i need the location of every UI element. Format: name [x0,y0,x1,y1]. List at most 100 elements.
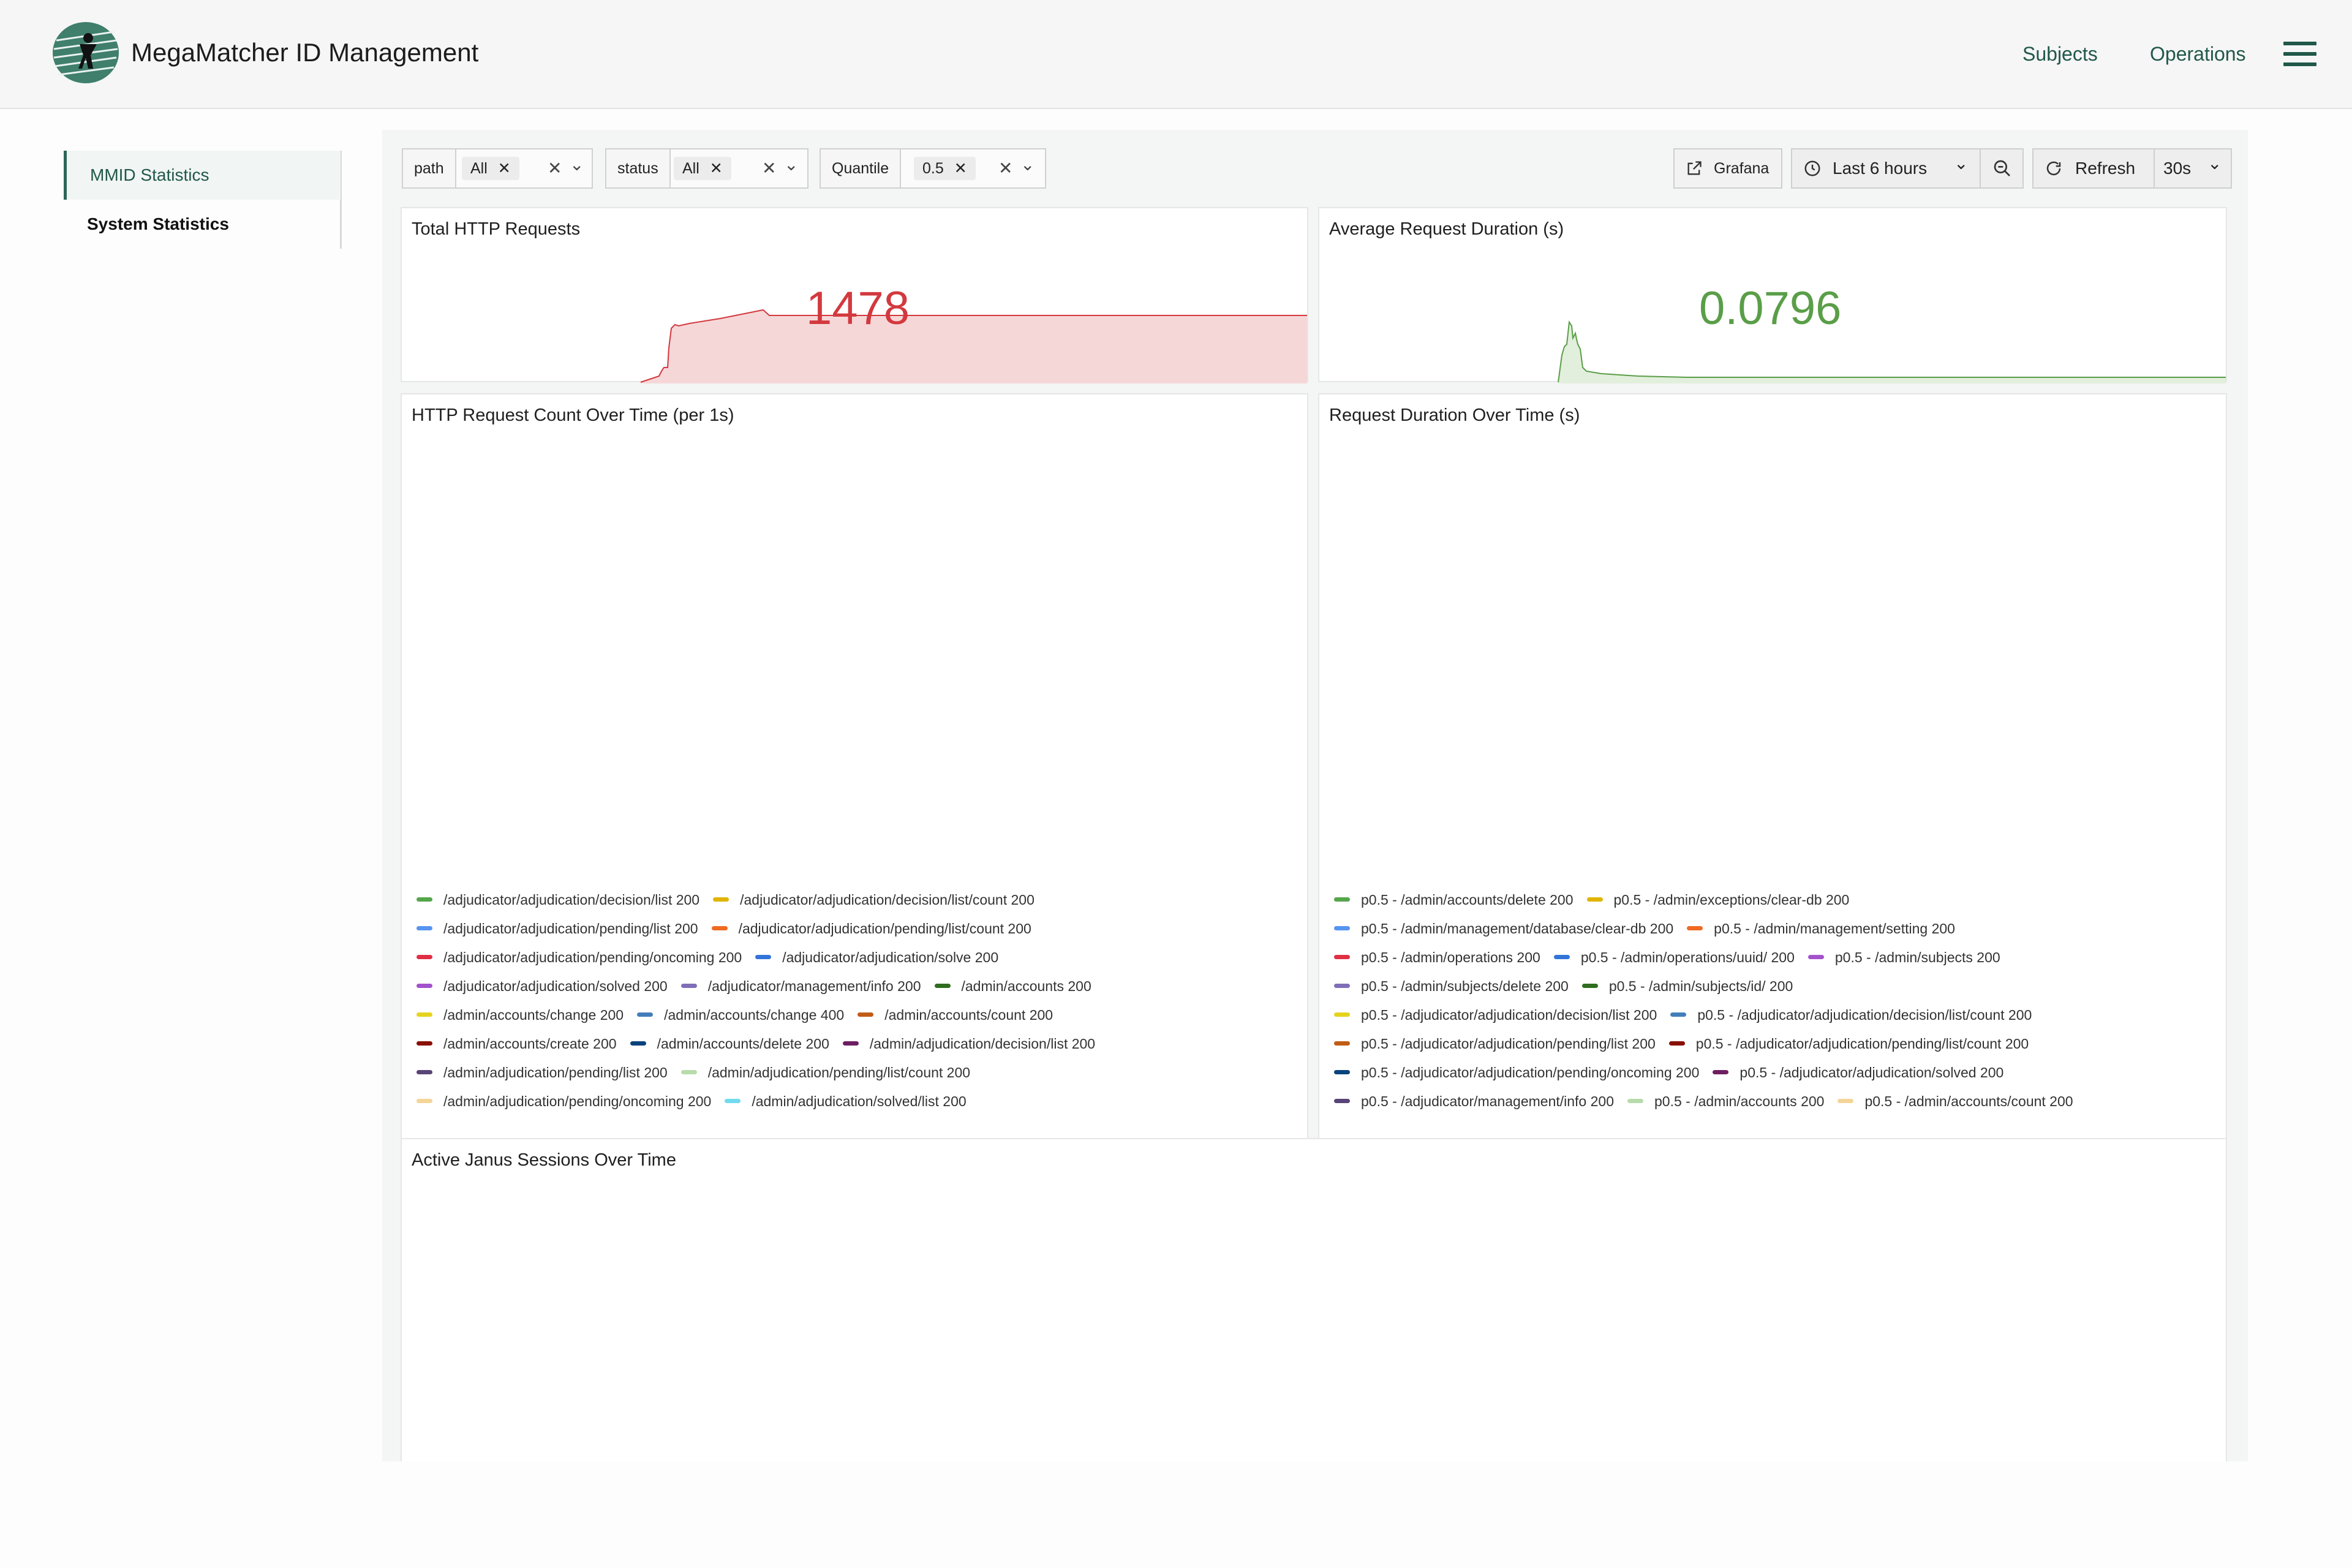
nav-subjects-link[interactable]: Subjects [2022,43,2098,66]
legend-row: /admin/accounts/change 200/admin/account… [417,1007,1066,1031]
legend-item[interactable]: p0.5 - /admin/operations 200 [1334,949,1540,966]
path-filter-chip[interactable]: All ✕ [462,157,519,180]
legend-label: p0.5 - /adjudicator/adjudication/pending… [1361,1065,1700,1080]
legend-label: /admin/accounts/delete 200 [657,1036,829,1052]
nav-operations-link[interactable]: Operations [2150,43,2246,66]
legend-item[interactable]: /admin/accounts/change 400 [637,1007,844,1023]
legend-item[interactable]: p0.5 - /admin/management/database/clear-… [1334,921,1673,937]
legend-item[interactable]: /adjudicator/adjudication/pending/list/c… [711,921,1031,937]
status-filter-chip[interactable]: All ✕ [674,157,731,180]
clear-icon[interactable]: ✕ [548,158,562,179]
series-color-swatch [713,897,729,902]
zoom-out-button[interactable] [1980,148,2024,189]
legend-item[interactable]: p0.5 - /admin/accounts/count 200 [1838,1093,2073,1110]
total-requests-panel: Total HTTP Requests 1478 [401,207,1308,383]
legend-row: /admin/adjudication/pending/oncoming 200… [417,1093,980,1118]
legend-item[interactable]: p0.5 - /admin/subjects/delete 200 [1334,978,1569,995]
quantile-filter-value: 0.5 [922,160,944,177]
panel-title: Request Duration Over Time (s) [1329,405,1580,425]
chip-remove-icon[interactable]: ✕ [498,160,511,177]
status-filter-label: status [606,149,671,187]
legend-item[interactable]: /admin/adjudication/pending/list 200 [417,1065,668,1081]
legend-row: p0.5 - /admin/management/database/clear-… [1334,921,1969,945]
legend-item[interactable]: /adjudicator/adjudication/solved 200 [417,978,668,995]
legend-item[interactable]: /admin/accounts/change 200 [417,1007,624,1023]
legend-item[interactable]: p0.5 - /admin/accounts 200 [1627,1093,1824,1110]
refresh-interval-picker[interactable]: 30s ⌄ [2154,148,2232,189]
quantile-filter-chip[interactable]: 0.5 ✕ [914,157,976,180]
sidebar-item-mmid-statistics[interactable]: MMID Statistics [64,151,341,200]
chevron-down-icon[interactable]: ⌄ [784,154,798,175]
legend-item[interactable]: /admin/adjudication/pending/oncoming 200 [417,1093,711,1110]
average-duration-value: 0.0796 [1699,282,1842,334]
average-duration-panel: Average Request Duration (s) 0.0796 [1318,207,2227,383]
chip-remove-icon[interactable]: ✕ [710,160,723,177]
legend-item[interactable]: /admin/accounts/create 200 [417,1036,617,1052]
legend-item[interactable]: /adjudicator/adjudication/pending/oncomi… [417,949,742,966]
status-filter[interactable]: status All ✕ ✕ ⌄ [605,148,809,189]
legend-label: /admin/accounts 200 [961,978,1091,994]
legend-item[interactable]: p0.5 - /adjudicator/adjudication/pending… [1334,1036,1656,1052]
legend-item[interactable]: /admin/accounts 200 [934,978,1091,995]
legend-label: /admin/adjudication/pending/list/count 2… [707,1065,971,1080]
series-color-swatch [1586,897,1603,902]
legend-label: p0.5 - /admin/accounts/count 200 [1864,1093,2073,1109]
legend-item[interactable]: p0.5 - /adjudicator/adjudication/pending… [1668,1036,2029,1052]
total-requests-value: 1478 [806,282,910,334]
legend-item[interactable]: p0.5 - /adjudicator/adjudication/solved … [1713,1065,2003,1081]
legend-item[interactable]: /adjudicator/adjudication/solve 200 [755,949,998,966]
chevron-down-icon[interactable]: ⌄ [570,154,584,175]
legend-item[interactable]: /adjudicator/management/info 200 [680,978,921,995]
quantile-filter[interactable]: Quantile 0.5 ✕ ✕ ⌄ [820,148,1046,189]
series-color-swatch [711,926,728,931]
legend-item[interactable]: /adjudicator/adjudication/decision/list/… [713,892,1035,908]
legend-label: p0.5 - /admin/management/database/clear-… [1361,921,1674,937]
legend-item[interactable]: /adjudicator/adjudication/decision/list … [417,892,699,908]
legend-item[interactable]: p0.5 - /admin/accounts/delete 200 [1334,892,1574,908]
legend-label: p0.5 - /admin/operations 200 [1361,949,1540,965]
series-color-swatch [1334,1099,1350,1104]
legend-item[interactable]: /admin/adjudication/solved/list 200 [725,1093,967,1110]
legend-item[interactable]: /admin/adjudication/pending/list/count 2… [680,1065,971,1081]
legend-item[interactable]: /admin/accounts/delete 200 [630,1036,829,1052]
legend-item[interactable]: p0.5 - /adjudicator/adjudication/pending… [1334,1065,1699,1081]
legend-row: /admin/accounts/create 200/admin/account… [417,1036,1109,1060]
legend-row: /adjudicator/adjudication/decision/list … [417,892,1048,916]
chevron-down-icon[interactable]: ⌄ [1020,154,1035,175]
clear-icon[interactable]: ✕ [998,158,1012,179]
legend-item[interactable]: p0.5 - /adjudicator/adjudication/decisio… [1334,1007,1657,1023]
legend-item[interactable]: /admin/accounts/count 200 [858,1007,1053,1023]
legend-item[interactable]: p0.5 - /admin/management/setting 200 [1687,921,1955,937]
legend-row: p0.5 - /admin/operations 200 p0.5 - /admi… [1334,949,2014,974]
legend-item[interactable]: p0.5 - /adjudicator/adjudication/decisio… [1670,1007,2032,1023]
legend-label: p0.5 - /adjudicator/adjudication/solved … [1740,1065,2004,1080]
app-title: MegaMatcher ID Management [131,38,479,67]
series-color-swatch [417,1041,432,1046]
legend-item[interactable]: p0.5 - /admin/exceptions/clear-db 200 [1586,892,1849,908]
series-color-swatch [1670,1012,1687,1017]
legend-item[interactable]: /adjudicator/adjudication/pending/list 2… [417,921,698,937]
series-color-swatch [1581,984,1598,989]
legend-label: /admin/adjudication/decision/list 200 [869,1036,1096,1052]
legend-label: /admin/accounts/change 200 [443,1007,624,1023]
series-color-swatch [1334,984,1350,989]
legend-item[interactable]: p0.5 - /admin/subjects 200 [1807,949,2000,966]
series-color-swatch [1687,926,1703,931]
path-filter[interactable]: path All ✕ ✕ ⌄ [402,148,593,189]
sidebar-item-system-statistics[interactable]: System Statistics [64,200,341,249]
legend-row: /adjudicator/adjudication/pending/list 2… [417,921,1045,945]
clear-icon[interactable]: ✕ [762,158,776,179]
legend-label: /admin/accounts/count 200 [884,1007,1054,1023]
legend-item[interactable]: p0.5 - /adjudicator/management/info 200 [1334,1093,1614,1110]
legend-item[interactable]: p0.5 - /admin/operations/uuid/ 200 [1553,949,1795,966]
grafana-button[interactable]: Grafana [1673,148,1782,189]
chip-remove-icon[interactable]: ✕ [954,160,967,177]
legend-label: p0.5 - /admin/subjects/id/ 200 [1608,978,1793,994]
status-filter-value: All [682,160,699,177]
time-range-picker[interactable]: Last 6 hours ⌄ [1791,148,1981,189]
legend-label: /admin/adjudication/pending/list 200 [443,1065,668,1080]
hamburger-menu-icon[interactable] [2283,42,2316,66]
legend-item[interactable]: p0.5 - /admin/subjects/id/ 200 [1581,978,1793,995]
legend-item[interactable]: /admin/adjudication/decision/list 200 [842,1036,1096,1052]
refresh-button[interactable]: Refresh [2032,148,2155,189]
